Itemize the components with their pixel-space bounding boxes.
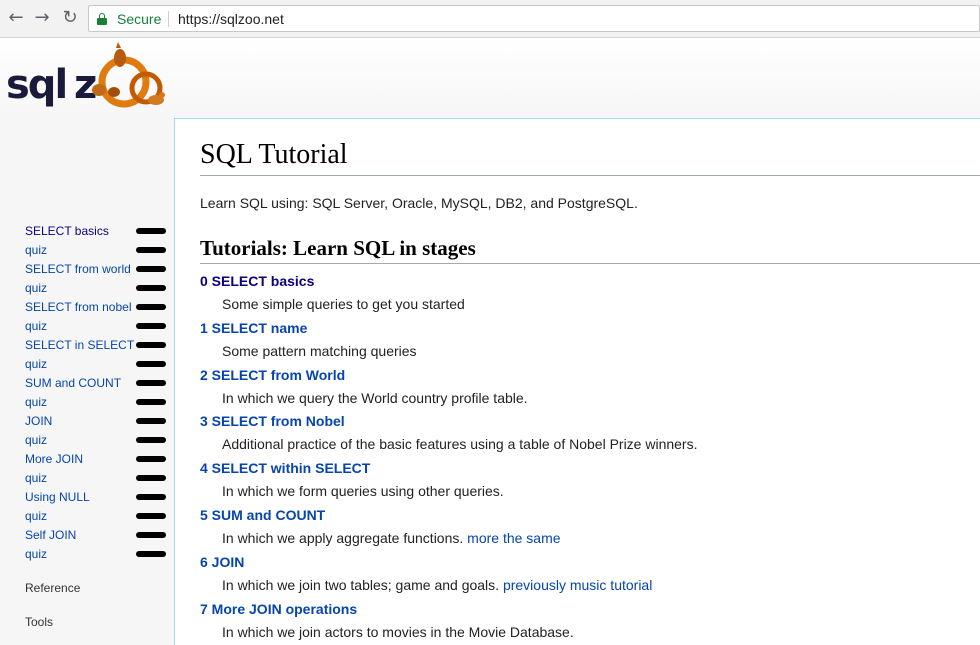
progress-bar (136, 456, 166, 462)
page-title: SQL Tutorial (200, 139, 348, 170)
tutorial-description-text: Additional practice of the basic feature… (222, 436, 698, 453)
tutorial-description: Additional practice of the basic feature… (222, 436, 698, 452)
tutorial-description: In which we query the World country prof… (222, 390, 528, 406)
tutorial-description: In which we join two tables; game and go… (222, 577, 652, 593)
reload-icon[interactable]: ↻ (60, 8, 80, 28)
tutorial-title-link[interactable]: 1 SELECT name (200, 320, 307, 336)
progress-bar (136, 323, 166, 329)
progress-bar (136, 418, 166, 424)
sidebar-item-link[interactable]: SUM and COUNT (25, 374, 121, 392)
tutorial-title-link[interactable]: 0 SELECT basics (200, 273, 314, 289)
sidebar-quiz-link[interactable]: quiz (25, 241, 47, 259)
svg-text:z: z (74, 62, 97, 108)
progress-bar (136, 266, 166, 272)
tutorial-extra-link[interactable]: previously music tutorial (503, 577, 652, 593)
tutorial-extra-link[interactable]: more the same (467, 530, 560, 546)
progress-bar (136, 228, 166, 234)
sidebar-item-link[interactable]: SELECT from world (25, 260, 131, 278)
tutorial-title-link[interactable]: 2 SELECT from World (200, 367, 345, 383)
tutorial-description: Some pattern matching queries (222, 343, 417, 359)
progress-bar (136, 361, 166, 367)
sqlzoo-logo[interactable]: sql z (4, 40, 170, 112)
sidebar-quiz-link[interactable]: quiz (25, 431, 47, 449)
section-divider (200, 263, 980, 264)
sidebar-item-link[interactable]: SELECT basics (25, 222, 109, 240)
tutorial-title-link[interactable]: 3 SELECT from Nobel (200, 413, 345, 429)
forward-arrow-icon[interactable]: → (32, 8, 52, 28)
tutorial-description: Some simple queries to get you started (222, 296, 465, 312)
url-text[interactable]: https://sqlzoo.net (178, 11, 284, 27)
title-divider (200, 175, 980, 176)
site-header: sql z (0, 38, 980, 118)
sidebar-item-link[interactable]: JOIN (25, 412, 52, 430)
intro-text: Learn SQL using: SQL Server, Oracle, MyS… (200, 195, 638, 211)
progress-bar (136, 494, 166, 500)
sidebar-quiz-link[interactable]: quiz (25, 355, 47, 373)
section-title: Tutorials: Learn SQL in stages (200, 236, 476, 260)
sidebar-quiz-link[interactable]: quiz (25, 507, 47, 525)
tutorial-description-text: In which we form queries using other que… (222, 483, 504, 500)
tutorial-description-text: In which we apply aggregate functions. (222, 530, 464, 546)
tutorial-title-link[interactable]: 5 SUM and COUNT (200, 507, 325, 523)
sidebar-item-link[interactable]: Using NULL (25, 488, 90, 506)
sidebar-tools[interactable]: Tools (25, 615, 53, 629)
secure-label: Secure (117, 11, 162, 27)
sidebar-quiz-link[interactable]: quiz (25, 469, 47, 487)
sidebar-item-link[interactable]: Self JOIN (25, 526, 76, 544)
sidebar-item-link[interactable]: SELECT in SELECT (25, 336, 134, 354)
sidebar-quiz-link[interactable]: quiz (25, 279, 47, 297)
tutorial-description-text: In which we join actors to movies in the… (222, 623, 574, 640)
progress-bar (136, 247, 166, 253)
svg-text:sql: sql (6, 62, 66, 108)
progress-bar (136, 513, 166, 519)
progress-bar (136, 342, 166, 348)
sidebar-item-link[interactable]: More JOIN (25, 450, 83, 468)
address-bar[interactable]: Secure https://sqlzoo.net (88, 5, 980, 32)
tutorial-title-link[interactable]: 6 JOIN (200, 554, 244, 570)
progress-bar (136, 475, 166, 481)
progress-bar (136, 285, 166, 291)
progress-bar (136, 399, 166, 405)
progress-bar (136, 380, 166, 386)
sidebar-quiz-link[interactable]: quiz (25, 317, 47, 335)
tutorial-title-link[interactable]: 7 More JOIN operations (200, 601, 357, 617)
sidebar-reference[interactable]: Reference (25, 581, 80, 595)
tutorial-description-text: In which we query the World country prof… (222, 389, 528, 406)
progress-bar (136, 304, 166, 310)
address-separator (168, 11, 169, 27)
progress-bar (136, 532, 166, 538)
progress-bar (136, 437, 166, 443)
tutorial-title-link[interactable]: 4 SELECT within SELECT (200, 460, 370, 476)
lock-icon (97, 13, 107, 25)
sidebar-quiz-link[interactable]: quiz (25, 545, 47, 563)
tutorial-description: In which we apply aggregate functions. m… (222, 530, 561, 546)
browser-toolbar: ← → ↻ Secure https://sqlzoo.net (0, 0, 980, 38)
tutorial-description-text: In which we join two tables; game and go… (222, 576, 500, 593)
back-arrow-icon[interactable]: ← (6, 8, 26, 28)
tutorial-description: In which we form queries using other que… (222, 483, 504, 499)
sidebar-item-link[interactable]: SELECT from nobel (25, 298, 132, 316)
tutorial-description-text: Some simple queries to get you started (222, 296, 465, 312)
tutorial-description: In which we join actors to movies in the… (222, 624, 574, 640)
progress-bar (136, 551, 166, 557)
tutorial-description-text: Some pattern matching queries (222, 342, 417, 359)
sidebar-quiz-link[interactable]: quiz (25, 393, 47, 411)
main-content: SQL Tutorial Learn SQL using: SQL Server… (174, 118, 980, 645)
